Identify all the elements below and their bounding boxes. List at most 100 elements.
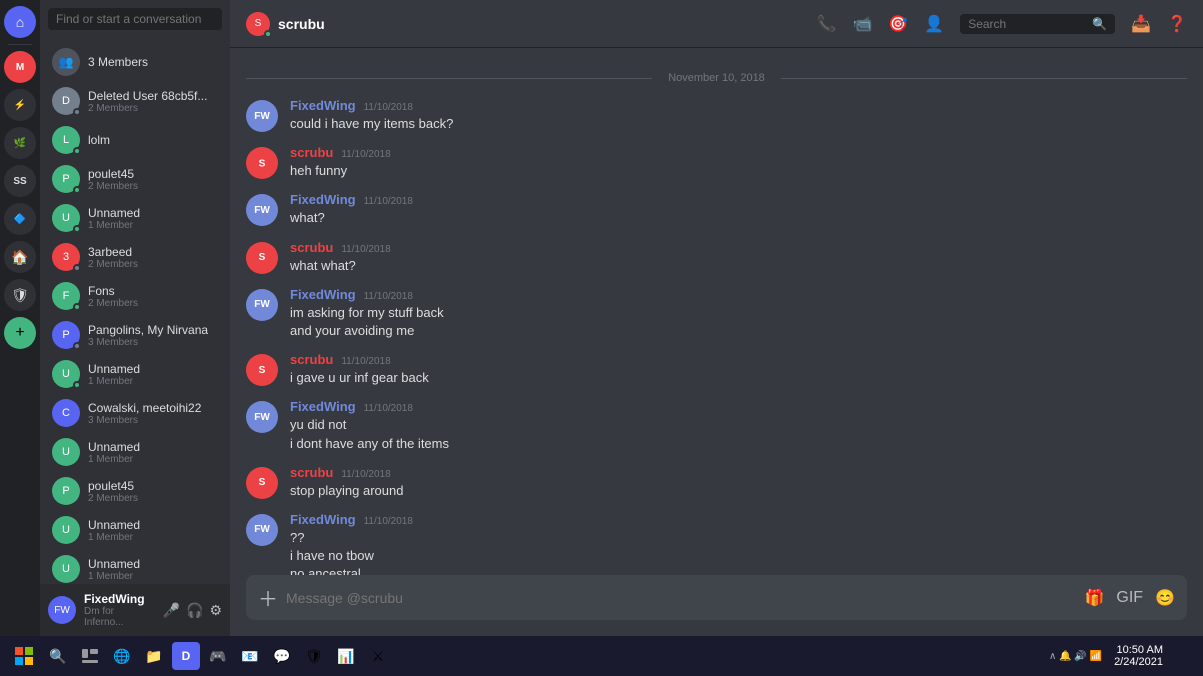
dm-item[interactable]: U Unnamed 1 Member bbox=[44, 199, 226, 237]
dm-item[interactable]: P poulet45 2 Members bbox=[44, 472, 226, 510]
dm-name: Unnamed bbox=[88, 557, 218, 571]
chat-header: S scrubu 📞 📹 🎯 👤 🔍 📥 ❓ bbox=[230, 0, 1203, 48]
dm-item[interactable]: P Pangolins, My Nirvana 3 Members bbox=[44, 316, 226, 354]
msg-avatar: FW bbox=[246, 401, 278, 433]
dm-item[interactable]: U Unnamed 1 Member bbox=[44, 433, 226, 471]
help-icon[interactable]: ❓ bbox=[1167, 14, 1187, 34]
msg-author: FixedWing bbox=[290, 287, 356, 302]
app-icon[interactable]: 🛡 bbox=[300, 642, 328, 670]
dm-item[interactable]: F Fons 2 Members bbox=[44, 277, 226, 315]
dm-avatar: D bbox=[52, 87, 80, 115]
search-taskbar-icon[interactable]: 🔍 bbox=[44, 642, 72, 670]
add-attachment-icon[interactable]: ＋ bbox=[258, 583, 278, 612]
msg-text: i gave u ur inf gear back bbox=[290, 369, 1187, 387]
server-list: ⌂ M ⚡ 🌿 SS 🔷 🏠 🛡 + bbox=[0, 0, 40, 636]
msg-text: and your avoiding me bbox=[290, 322, 1187, 340]
add-friend-icon[interactable]: 👤 bbox=[924, 14, 944, 34]
dm-avatar: U bbox=[52, 438, 80, 466]
server-icon[interactable]: SS bbox=[4, 165, 36, 197]
dm-item[interactable]: L lolm bbox=[44, 121, 226, 159]
dm-name: Unnamed bbox=[88, 440, 218, 454]
dm-item[interactable]: 3 3arbeed 2 Members bbox=[44, 238, 226, 276]
msg-avatar: S bbox=[246, 354, 278, 386]
dm-name: poulet45 bbox=[88, 479, 218, 493]
discord-taskbar-icon[interactable]: D bbox=[172, 642, 200, 670]
dm-name: Pangolins, My Nirvana bbox=[88, 323, 218, 337]
msg-timestamp: 11/10/2018 bbox=[341, 149, 390, 160]
settings-icon[interactable]: ⚙ bbox=[209, 602, 222, 619]
search-input[interactable] bbox=[968, 17, 1088, 31]
dm-sub: 2 Members bbox=[88, 181, 218, 192]
message-group: FW FixedWing 11/10/2018 im asking for my… bbox=[246, 285, 1187, 342]
taskbar-time: 10:50 AM bbox=[1117, 644, 1163, 656]
show-desktop-button[interactable] bbox=[1175, 636, 1195, 676]
message-input[interactable] bbox=[286, 590, 1076, 606]
excel-icon[interactable]: 📊 bbox=[332, 642, 360, 670]
msg-text: im asking for my stuff back bbox=[290, 304, 1187, 322]
call-icon[interactable]: 📞 bbox=[817, 14, 837, 34]
chat-header-name: scrubu bbox=[278, 16, 325, 32]
dm-search-input[interactable] bbox=[48, 8, 222, 30]
mute-icon[interactable]: 🎤 bbox=[163, 602, 180, 619]
dm-item[interactable]: U Unnamed 1 Member bbox=[44, 550, 226, 584]
dm-item[interactable]: D Deleted User 68cb5f... 2 Members bbox=[44, 82, 226, 120]
message-group: S scrubu 11/10/2018 stop playing around bbox=[246, 463, 1187, 502]
dm-avatar: U bbox=[52, 555, 80, 583]
msg-timestamp: 11/10/2018 bbox=[364, 102, 413, 113]
nitro-icon[interactable]: 🎯 bbox=[888, 14, 908, 34]
gif-icon[interactable]: GIF bbox=[1116, 589, 1143, 607]
msg-author: FixedWing bbox=[290, 192, 356, 207]
dm-avatar: P bbox=[52, 321, 80, 349]
message-group: FW FixedWing 11/10/2018 ?? i have no tbo… bbox=[246, 510, 1187, 575]
dm-avatar: U bbox=[52, 204, 80, 232]
app2-icon[interactable]: ⚔ bbox=[364, 642, 392, 670]
dm-name: Fons bbox=[88, 284, 218, 298]
dm-item[interactable]: P poulet45 2 Members bbox=[44, 160, 226, 198]
outlook-icon[interactable]: 📧 bbox=[236, 642, 264, 670]
video-icon[interactable]: 📹 bbox=[852, 14, 872, 34]
dm-item[interactable]: U Unnamed 1 Member bbox=[44, 355, 226, 393]
dm-sub: 2 Members bbox=[88, 103, 218, 114]
gift-icon[interactable]: 🎁 bbox=[1084, 588, 1104, 608]
dm-item[interactable]: C Cowalski, meetoihi22 3 Members bbox=[44, 394, 226, 432]
taskview-icon[interactable] bbox=[76, 642, 104, 670]
msg-author: scrubu bbox=[290, 352, 333, 367]
emoji-icon[interactable]: 😊 bbox=[1155, 588, 1175, 608]
headset-icon[interactable]: 🎧 bbox=[186, 602, 203, 619]
add-server-button[interactable]: + bbox=[4, 317, 36, 349]
server-icon[interactable]: 🌿 bbox=[4, 127, 36, 159]
dm-avatar: P bbox=[52, 165, 80, 193]
msg-avatar: FW bbox=[246, 194, 278, 226]
game-icon[interactable]: 🎮 bbox=[204, 642, 232, 670]
msg-author: scrubu bbox=[290, 240, 333, 255]
start-button[interactable] bbox=[8, 640, 40, 672]
dm-sub: 1 Member bbox=[88, 376, 218, 387]
msg-author: FixedWing bbox=[290, 98, 356, 113]
home-button[interactable]: ⌂ bbox=[4, 6, 36, 38]
message-group: S scrubu 11/10/2018 heh funny bbox=[246, 143, 1187, 182]
msg-text: stop playing around bbox=[290, 482, 1187, 500]
dm-sub: 1 Member bbox=[88, 220, 218, 231]
server-icon[interactable]: 🛡 bbox=[4, 279, 36, 311]
dm-avatar: 3 bbox=[52, 243, 80, 271]
msg-timestamp: 11/10/2018 bbox=[341, 356, 390, 367]
dm-name: Deleted User 68cb5f... bbox=[88, 89, 218, 103]
file-explorer-icon[interactable]: 📁 bbox=[140, 642, 168, 670]
server-icon[interactable]: 🏠 bbox=[4, 241, 36, 273]
msg-author: FixedWing bbox=[290, 399, 356, 414]
inbox-icon[interactable]: 📥 bbox=[1131, 14, 1151, 34]
server-icon[interactable]: M bbox=[4, 51, 36, 83]
dm-avatar: U bbox=[52, 360, 80, 388]
server-icon[interactable]: ⚡ bbox=[4, 89, 36, 121]
dm-item[interactable]: U Unnamed 1 Member bbox=[44, 511, 226, 549]
user-avatar: FW bbox=[48, 596, 76, 624]
dm-sub: 1 Member bbox=[88, 454, 218, 465]
msg-text: yu did not bbox=[290, 416, 1187, 434]
teams-icon[interactable]: 💬 bbox=[268, 642, 296, 670]
taskbar-date: 2/24/2021 bbox=[1114, 656, 1163, 668]
tray-icons: ∧ 🔔 🔊 📶 bbox=[1049, 651, 1102, 662]
dm-name: poulet45 bbox=[88, 167, 218, 181]
edge-icon[interactable]: 🌐 bbox=[108, 642, 136, 670]
dm-item[interactable]: 👥 3 Members bbox=[44, 43, 226, 81]
server-icon[interactable]: 🔷 bbox=[4, 203, 36, 235]
